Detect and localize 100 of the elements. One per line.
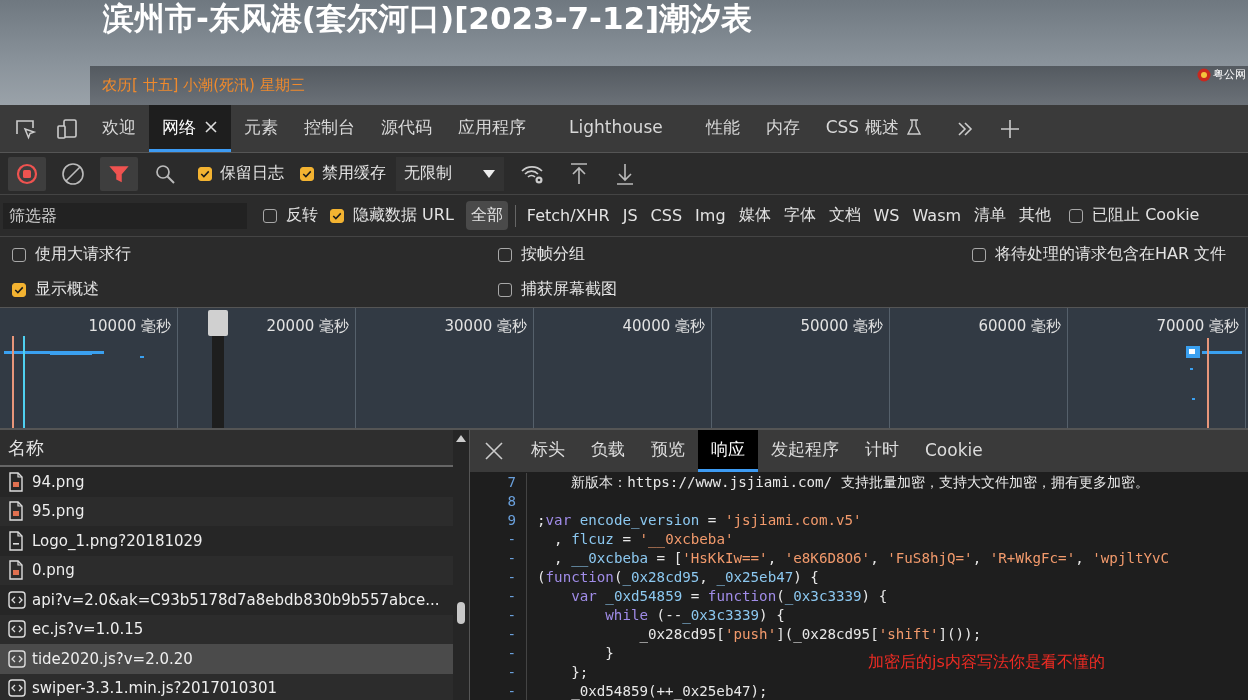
request-row[interactable]: api?v=2.0&ak=C93b5178d7a8ebdb830b9b557abce... (0, 585, 453, 615)
request-row[interactable]: Logo_1.png?20181029 (0, 526, 453, 556)
type-filter[interactable]: 字体 (778, 201, 821, 230)
type-filter[interactable]: 媒体 (733, 201, 776, 230)
checkbox-label: 保留日志 (220, 163, 284, 184)
code-line: var _0xd54859 = function(_0x3c3339) { (570, 588, 888, 604)
devtools-tab[interactable]: 源代码 (368, 105, 445, 152)
type-filter[interactable]: CSS (645, 202, 688, 229)
type-filter[interactable]: JS (617, 202, 643, 229)
type-filter[interactable]: Img (690, 202, 731, 229)
type-filter[interactable]: 清单 (969, 201, 1012, 230)
checkbox[interactable] (12, 282, 26, 297)
close-icon[interactable] (484, 441, 504, 461)
detail-tab[interactable]: 计时 (852, 430, 912, 472)
request-row[interactable]: ec.js?v=1.0.15 (0, 614, 453, 644)
devtools-tab[interactable]: 控制台 (291, 105, 368, 152)
checkbox[interactable] (12, 247, 26, 262)
devtools-tab[interactable]: 性能 (692, 105, 753, 152)
detail-tab[interactable]: 发起程序 (758, 430, 852, 472)
checkbox[interactable] (972, 247, 986, 262)
detail-tab[interactable]: 预览 (638, 430, 698, 472)
type-filter[interactable]: 全部 (465, 201, 508, 230)
request-row[interactable]: tide2020.js?v=2.0.20 (0, 644, 453, 674)
throttling-dropdown[interactable]: 无限制 (396, 156, 504, 191)
code-line: _0x28cd95['push'](_0x28cd95['shift']()); (638, 626, 982, 642)
script-icon (8, 589, 26, 610)
checkbox[interactable] (263, 208, 277, 223)
image-file-icon (8, 560, 26, 581)
type-filter[interactable]: 其他 (1014, 201, 1057, 230)
type-filter[interactable]: Fetch/XHR (521, 202, 615, 229)
type-filter[interactable]: 文档 (823, 201, 866, 230)
detail-tab[interactable]: 负载 (578, 430, 638, 472)
time-tick-label: 10000 毫秒 (88, 317, 171, 337)
code-line: , __0xcbeba = ['HsKkIw==', 'e8K6D8O6', 'FuS8hjQ=', 'R+WkgFc=', 'wpjltYvC (553, 550, 1170, 566)
code-line: _0xd54859(++_0x25eb47); (570, 683, 768, 699)
filter-field[interactable]: 筛选器 (3, 202, 247, 229)
checkbox[interactable] (330, 208, 344, 223)
request-row[interactable]: swiper-3.3.1.min.js?2017010301 (0, 673, 453, 700)
devtools-tab[interactable]: 欢迎 (89, 105, 149, 152)
code-line: while (--_0x3c3339) { (604, 607, 785, 623)
checkbox[interactable] (498, 282, 512, 297)
line-number: 8 (506, 492, 516, 511)
script-icon (8, 678, 26, 699)
checkbox[interactable] (198, 166, 212, 181)
filter-button[interactable] (100, 156, 138, 191)
devtools-tab[interactable]: Lighthouse (539, 105, 693, 152)
scroll-up-icon[interactable] (456, 434, 466, 442)
record-button[interactable] (8, 156, 46, 191)
checkbox[interactable] (1069, 208, 1084, 223)
line-number: 9 (506, 511, 516, 530)
detail-tab[interactable]: Cookie (912, 430, 996, 472)
image-file-icon (8, 501, 26, 522)
close-icon[interactable] (204, 120, 218, 134)
line-number: - (506, 663, 516, 682)
devtools-tab[interactable]: 元素 (231, 105, 291, 152)
checkbox-label: 使用大请求行 (35, 244, 131, 265)
device-icon[interactable] (56, 117, 80, 140)
clear-icon[interactable] (61, 161, 85, 186)
column-header[interactable]: 名称 (0, 430, 453, 467)
request-name: ec.js?v=1.0.15 (32, 620, 144, 639)
checkbox-label: 将待处理的请求包含在HAR 文件 (995, 244, 1227, 265)
checkbox-label: 已阻止 Cookie (1092, 205, 1200, 226)
request-row[interactable]: 0.png (0, 555, 453, 585)
image-file-icon (8, 471, 26, 492)
request-name: Logo_1.png?20181029 (32, 531, 203, 550)
request-name: tide2020.js?v=2.0.20 (32, 649, 193, 668)
code-line: }; (570, 664, 589, 680)
checkbox-label: 显示概述 (35, 279, 99, 300)
inspect-icon[interactable] (14, 117, 38, 140)
code-line: 新版本：https://www.jsjiami.com/ 支持批量加密，支持大文件加密，拥有更多加密。 (570, 474, 1149, 490)
devtools-tab[interactable]: CSS 概述 (812, 105, 934, 152)
time-tick-label: 60000 毫秒 (978, 317, 1061, 337)
scrollbar-thumb[interactable] (457, 602, 465, 624)
type-filter[interactable]: WS (868, 202, 905, 229)
range-handle[interactable] (208, 310, 228, 336)
request-name: swiper-3.3.1.min.js?2017010301 (32, 679, 277, 698)
search-icon[interactable] (154, 162, 176, 185)
line-number: - (506, 587, 516, 606)
line-number: - (506, 644, 516, 663)
line-number: - (506, 682, 516, 700)
request-row[interactable]: 95.png (0, 496, 453, 526)
badge-label[interactable]: 粤公网 (1213, 67, 1246, 82)
checkbox[interactable] (300, 166, 314, 181)
detail-tab[interactable]: 响应 (698, 430, 758, 472)
script-icon (8, 648, 26, 669)
record-icon (16, 162, 38, 185)
devtools-tab[interactable]: 内存 (752, 105, 813, 152)
type-filter[interactable]: Wasm (907, 202, 967, 229)
checkbox[interactable] (498, 247, 512, 262)
request-name: 94.png (32, 472, 85, 491)
line-number: - (506, 606, 516, 625)
upload-icon[interactable] (569, 161, 589, 186)
annotation-text: 加密后的js内容写法你是看不懂的 (868, 652, 1105, 673)
download-icon[interactable] (615, 161, 635, 186)
request-row[interactable]: 94.png (0, 467, 453, 497)
more-tabs-icon[interactable] (955, 119, 974, 138)
plus-icon[interactable] (999, 118, 1020, 139)
devtools-tab[interactable]: 网络 (149, 105, 231, 152)
devtools-tab[interactable]: 应用程序 (445, 105, 539, 152)
detail-tab[interactable]: 标头 (518, 430, 578, 472)
